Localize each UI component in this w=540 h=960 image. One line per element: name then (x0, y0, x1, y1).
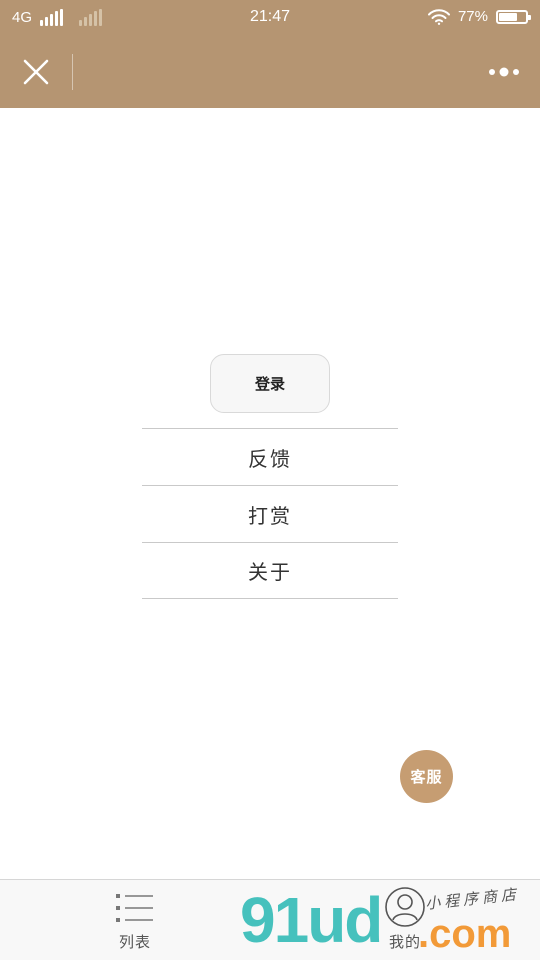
more-dots-icon (489, 67, 519, 77)
navigation-bar (0, 36, 540, 108)
more-button[interactable] (482, 56, 526, 88)
tab-list[interactable]: 列表 (0, 880, 270, 960)
bottom-tab-bar: 列表 我的 (0, 879, 540, 960)
status-bar: 4G 21:47 77% (0, 0, 540, 36)
nav-divider (72, 54, 73, 90)
customer-service-button[interactable]: 客服 (400, 750, 453, 803)
user-icon (385, 887, 425, 927)
tab-mine-label: 我的 (388, 933, 421, 951)
status-right: 77% (427, 8, 531, 25)
close-icon (23, 59, 49, 85)
login-button[interactable]: 登录 (210, 354, 330, 413)
menu-list: 反馈 打赏 关于 (142, 428, 398, 599)
app-screen: 4G 21:47 77% 登录 反馈 打赏 关于 客服 列表 我的 91ud .… (0, 0, 540, 960)
battery-icon (496, 9, 531, 24)
list-icon (116, 894, 153, 922)
battery-fill (499, 12, 517, 21)
battery-percent: 77% (457, 8, 488, 25)
menu-item-reward[interactable]: 打赏 (142, 485, 398, 542)
menu-item-about[interactable]: 关于 (142, 542, 398, 599)
menu-item-feedback[interactable]: 反馈 (142, 428, 398, 485)
header-bar: 4G 21:47 77% (0, 0, 540, 108)
tab-mine[interactable]: 我的 (270, 880, 540, 960)
tab-list-label: 列表 (118, 933, 151, 951)
wifi-icon (427, 8, 450, 25)
close-button[interactable] (14, 50, 58, 94)
